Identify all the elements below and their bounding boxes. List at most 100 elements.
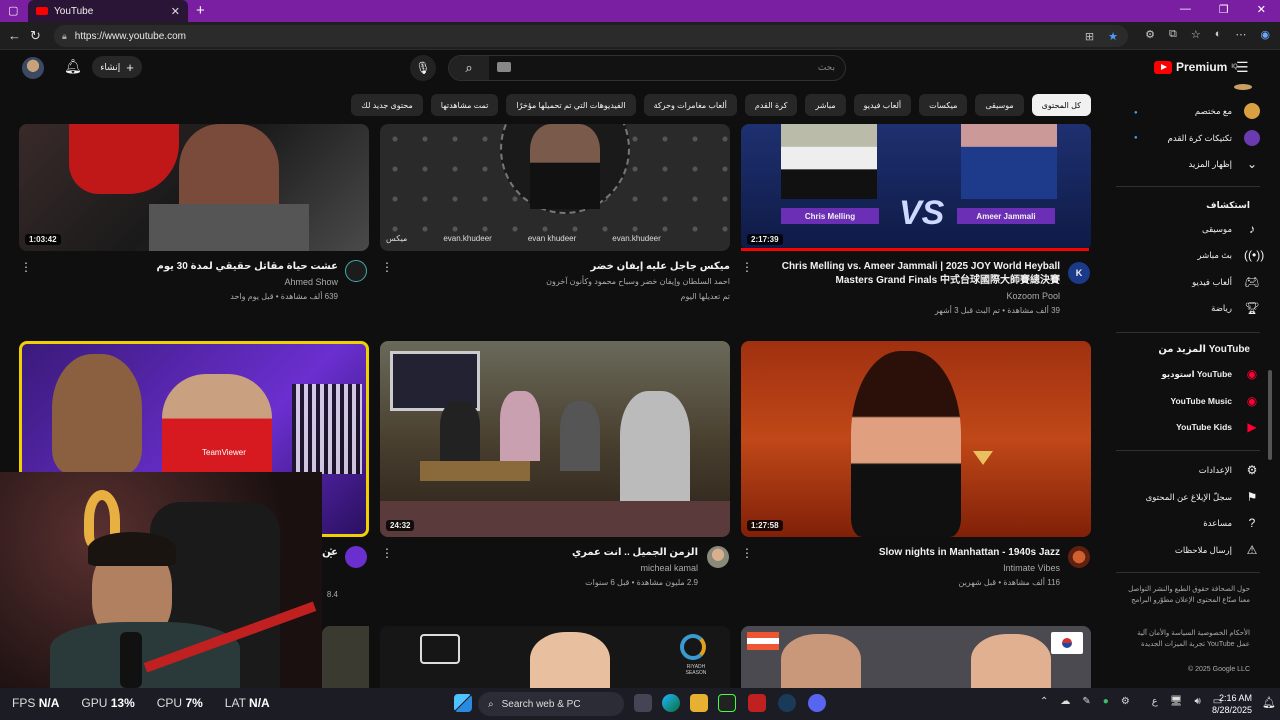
chip-music[interactable]: موسيقى — [975, 94, 1024, 116]
feedback-item[interactable]: إرسال ملاحظات ⚠ — [1110, 538, 1260, 562]
discord-icon[interactable] — [808, 694, 826, 712]
edge-browser-icon[interactable] — [662, 694, 680, 712]
sidebar-scrollbar[interactable] — [1268, 370, 1272, 460]
chip-new-to-you[interactable]: محتوى جديد لك — [351, 94, 423, 116]
account-avatar[interactable] — [22, 57, 44, 79]
more-menu-icon[interactable]: ⋯ — [1235, 28, 1246, 41]
create-button[interactable]: إنشاء + — [92, 56, 142, 78]
favorite-star-icon[interactable]: ★ — [1108, 30, 1118, 43]
chip-recently-uploaded[interactable]: الفيديوهات التي تم تحميلها مؤخرًا — [506, 94, 636, 116]
more-options-icon[interactable]: ⋮ — [741, 260, 753, 274]
chip-gaming[interactable]: ألعاب فيديو — [853, 94, 912, 116]
close-window-button[interactable]: ✕ — [1257, 3, 1266, 16]
minimize-button[interactable]: — — [1180, 3, 1191, 16]
refresh-icon[interactable]: ↻ — [30, 28, 41, 44]
notifications-bell-icon[interactable]: 🔔︎ — [64, 58, 82, 75]
profile-icon[interactable]: ◐ — [1215, 28, 1222, 41]
app-icon[interactable] — [748, 694, 766, 712]
channel-avatar[interactable] — [345, 260, 367, 282]
video-thumbnail[interactable]: 1:03:42 — [19, 124, 369, 251]
tray-app-icon[interactable]: ☁ — [1060, 696, 1070, 707]
tab-actions-icon[interactable]: ▢ — [8, 4, 18, 17]
more-options-icon[interactable]: ⋮ — [381, 546, 393, 560]
video-thumbnail[interactable]: ميكس evan.khudeer evan khudeer evan.khud… — [380, 124, 730, 251]
tray-overflow-chevron-icon[interactable]: ⌃ — [1040, 696, 1048, 707]
report-history-item[interactable]: سجلّ الإبلاغ عن المحتوى ⚑ — [1110, 485, 1260, 509]
volume-icon[interactable]: 🔊︎ — [1194, 696, 1200, 707]
video-thumbnail[interactable]: 1:27:58 — [741, 341, 1091, 537]
settings-item[interactable]: الإعدادات ⚙ — [1110, 458, 1260, 482]
video-thumbnail[interactable] — [741, 626, 1091, 688]
terminal-icon[interactable] — [718, 694, 736, 712]
explore-item-gaming[interactable]: ألعاب فيديو 🎮︎ — [1110, 270, 1260, 294]
explore-item-sports[interactable]: رياضة 🏆︎ — [1110, 296, 1260, 320]
channel-avatar[interactable] — [707, 546, 729, 568]
video-title[interactable]: عشت حياة مقاتل حقيقي لمدة 30 يوم — [40, 260, 338, 274]
chip-action-adventure[interactable]: ألعاب مغامرات وحركة — [643, 94, 737, 116]
channel-avatar[interactable] — [345, 546, 367, 568]
video-title[interactable]: الزمن الجميل .. انت عمري — [400, 546, 698, 560]
youtube-music-item[interactable]: YouTube Music ◉ — [1110, 389, 1260, 413]
channel-name[interactable]: احمد السلطان وإيفان خضر وسباح محمود وكأن… — [400, 277, 730, 286]
subscription-item[interactable]: مع مختصم — [1110, 99, 1260, 123]
extension-icon[interactable]: ⚙ — [1145, 28, 1155, 41]
video-thumbnail[interactable]: RIYADH SEASON — [380, 626, 730, 688]
voice-search-mic-icon[interactable]: 🎙︎ — [410, 55, 436, 81]
maximize-button[interactable]: ❐ — [1219, 3, 1229, 16]
site-info-icon[interactable]: 🔒︎ — [62, 31, 67, 42]
youtube-premium-logo[interactable]: Premium IQ — [1154, 60, 1238, 74]
split-screen-icon[interactable]: ⧉ — [1169, 28, 1177, 41]
video-thumbnail[interactable]: 24:32 — [380, 341, 730, 537]
task-view-icon[interactable] — [634, 694, 652, 712]
video-thumbnail[interactable]: Chris Melling Ameer Jammali VS 2:17:39 — [741, 124, 1091, 251]
help-item[interactable]: مساعدة ? — [1110, 511, 1260, 535]
youtube-kids-item[interactable]: YouTube Kids ▶ — [1110, 415, 1260, 439]
video-thumbnail[interactable] — [322, 626, 369, 688]
notifications-icon[interactable]: 🔔︎ — [1262, 696, 1276, 709]
tab-close-icon[interactable]: ✕ — [171, 5, 180, 18]
new-tab-button[interactable]: + — [196, 2, 205, 19]
app-available-icon[interactable]: ⊞ — [1085, 30, 1094, 43]
channel-name[interactable]: Intimate Vibes — [760, 563, 1060, 573]
footer-links-secondary[interactable]: الأحكام الخصوصية السياسة والأمان آلية عم… — [1126, 628, 1250, 650]
search-button[interactable]: ⌕ — [449, 56, 489, 80]
explore-item-music[interactable]: موسيقى ♪ — [1110, 217, 1260, 241]
tray-app-icon[interactable]: ✎ — [1082, 696, 1090, 707]
show-more-button[interactable]: إظهار المزيد ⌄ — [1110, 152, 1260, 176]
search-box[interactable]: ⌕ بحث — [448, 55, 846, 81]
channel-avatar[interactable] — [1068, 546, 1090, 568]
tray-app-icon[interactable]: ⚙ — [1121, 696, 1130, 707]
subscription-item[interactable]: ● تكتيكات كرة القدم — [1110, 126, 1260, 150]
explore-item-live[interactable]: بث مباشر ((•)) — [1110, 243, 1264, 267]
footer-links-primary[interactable]: حول الصحافة حقوق الطبع والنشر التواصل مع… — [1126, 584, 1250, 606]
favorites-icon[interactable]: ☆ — [1191, 28, 1201, 41]
network-icon[interactable]: 🖥︎ — [1170, 696, 1183, 707]
tray-app-icon[interactable]: ● — [1103, 696, 1109, 707]
chip-all[interactable]: كل المحتوى — [1031, 94, 1091, 116]
video-title[interactable]: ميكس جاجل عليه إيفان خضر — [400, 260, 730, 274]
language-indicator[interactable]: ع — [1152, 696, 1158, 707]
video-title[interactable]: Slow nights in Manhattan - 1940s Jazz — [760, 546, 1060, 560]
file-explorer-icon[interactable] — [690, 694, 708, 712]
chip-mixes[interactable]: ميكسات — [919, 94, 968, 116]
channel-name[interactable]: Kozoom Pool — [760, 291, 1060, 301]
chip-watched[interactable]: تمت مشاهدتها — [430, 94, 499, 116]
channel-name[interactable]: Ahmed Show — [40, 277, 338, 287]
taskbar-clock[interactable]: 2:16 AM 8/28/2025 — [1212, 692, 1252, 716]
taskbar-search[interactable]: ⌕ Search web & PC — [478, 692, 624, 716]
more-options-icon[interactable]: ⋮ — [741, 546, 753, 560]
channel-avatar[interactable]: K — [1068, 262, 1090, 284]
video-title[interactable]: Chris Melling vs. Ameer Jammali | 2025 J… — [760, 260, 1060, 288]
channel-name[interactable]: micheal kamal — [400, 563, 698, 573]
address-bar[interactable]: 🔒︎ https://www.youtube.com ⊞ ★ — [54, 25, 1128, 47]
steam-icon[interactable] — [778, 694, 796, 712]
youtube-studio-item[interactable]: استوديو YouTube ◉ — [1110, 362, 1260, 386]
guide-menu-icon[interactable]: ☰ — [1236, 59, 1249, 76]
copilot-icon[interactable]: ◉ — [1260, 28, 1270, 41]
windows-start-icon[interactable] — [454, 694, 472, 712]
back-arrow-icon[interactable]: ← — [8, 28, 21, 43]
chip-live[interactable]: مباشر — [805, 94, 846, 116]
more-options-icon[interactable]: ⋮ — [381, 260, 393, 274]
chip-football[interactable]: كرة القدم — [744, 94, 798, 116]
more-options-icon[interactable]: ⋮ — [20, 260, 32, 274]
